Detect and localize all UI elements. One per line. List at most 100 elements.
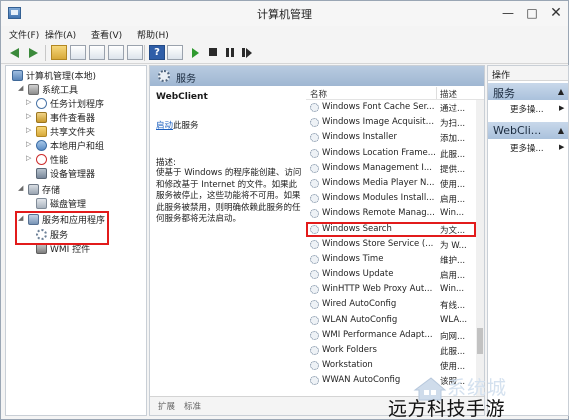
service-row[interactable]: WLAN AutoConfig WLA... <box>306 313 476 328</box>
service-row[interactable]: Windows Update 启用... <box>306 267 476 282</box>
toolbar-separator <box>144 45 145 61</box>
computer-management-window: 计算机管理 — □ ✕ 文件(F) 操作(A) 查看(V) 帮助(H) ? 计算… <box>0 0 569 420</box>
service-row[interactable]: Windows Installer 添加... <box>306 130 476 145</box>
service-row[interactable]: Windows Store Service (... 为 W... <box>306 237 476 252</box>
services-list-header: 名称 描述 <box>306 86 484 100</box>
tab-standard[interactable]: 标准 <box>182 400 203 412</box>
service-row[interactable]: WinHTTP Web Proxy Aut... Win... <box>306 282 476 297</box>
service-description-cell: 使用... <box>440 362 466 373</box>
console-tree-icon[interactable] <box>70 45 86 60</box>
service-row[interactable]: Windows Font Cache Ser... 通过... <box>306 100 476 115</box>
service-description-cell: 此服... <box>440 149 466 160</box>
services-header-title: 服务 <box>176 74 196 85</box>
tab-extended[interactable]: 扩展 <box>156 400 177 412</box>
stop-icon[interactable] <box>205 45 221 60</box>
service-row[interactable]: Windows Remote Manag... Win... <box>306 206 476 221</box>
service-row[interactable]: Windows Image Acquisiti... 为扫... <box>306 115 476 130</box>
restart-icon[interactable] <box>239 45 255 60</box>
pane-icon[interactable] <box>167 45 183 60</box>
service-name: Windows Update <box>322 269 394 280</box>
column-header-description[interactable]: 描述 <box>440 88 457 100</box>
export-icon[interactable] <box>127 45 143 60</box>
performance-icon <box>36 154 47 165</box>
gear-icon <box>310 361 319 371</box>
service-name: Windows Management I... <box>322 162 432 173</box>
service-description-cell: 通过... <box>440 104 466 114</box>
service-name: Windows Location Frame... <box>322 147 436 158</box>
service-name: Work Folders <box>322 345 377 355</box>
start-icon[interactable] <box>187 45 203 60</box>
column-divider[interactable] <box>436 87 437 99</box>
start-service-link[interactable]: 启动 <box>156 121 173 131</box>
forward-arrow-icon[interactable] <box>25 45 41 60</box>
service-name: Windows Modules Install... <box>322 193 435 204</box>
actions-title: 操作 <box>488 66 568 81</box>
gear-icon <box>310 376 319 386</box>
properties-icon[interactable] <box>89 45 105 60</box>
start-service-suffix: 此服务 <box>173 121 199 131</box>
menu-file[interactable]: 文件(F) <box>9 28 39 41</box>
maximize-button[interactable]: □ <box>522 4 542 22</box>
up-folder-icon[interactable] <box>51 45 67 60</box>
scrollbar-thumb[interactable] <box>477 328 483 354</box>
service-name: Windows Image Acquisiti... <box>322 117 436 128</box>
service-row[interactable]: Work Folders 此服... <box>306 343 476 358</box>
service-row[interactable]: Windows Location Frame... 此服... <box>306 146 476 161</box>
collapse-arrow-icon[interactable]: ◢ <box>18 184 26 192</box>
back-arrow-icon[interactable] <box>7 45 23 60</box>
service-description-cell: Win... <box>440 284 465 295</box>
window-title: 计算机管理 <box>257 8 312 21</box>
service-row[interactable]: Windows Media Player N... 使用... <box>306 176 476 191</box>
minimize-button[interactable]: — <box>498 4 518 22</box>
device-manager-icon <box>36 168 47 179</box>
expand-arrow-icon[interactable]: ▷ <box>26 126 34 134</box>
service-row[interactable]: Windows Search 为文... <box>306 221 476 237</box>
submenu-arrow-icon: ▶ <box>559 104 565 112</box>
computer-icon <box>12 70 23 81</box>
actions-group-services[interactable]: 服务 ▲ <box>488 83 568 100</box>
service-name: WMI Performance Adapt... <box>322 329 433 340</box>
users-icon <box>36 140 47 151</box>
expand-arrow-icon[interactable]: ▷ <box>26 112 34 120</box>
shared-folder-icon <box>36 126 47 137</box>
start-service-line: 启动此服务 <box>156 119 199 131</box>
service-row[interactable]: Workstation 使用... <box>306 358 476 373</box>
refresh-icon[interactable] <box>108 45 124 60</box>
more-actions-link[interactable]: 更多操... <box>510 142 544 154</box>
services-header: 服务 <box>150 66 484 86</box>
collapse-up-icon[interactable]: ▲ <box>558 126 564 135</box>
menu-help[interactable]: 帮助(H) <box>137 28 169 41</box>
clock-icon <box>36 98 47 109</box>
pause-icon[interactable] <box>222 45 238 60</box>
expand-arrow-icon[interactable]: ▷ <box>26 140 34 148</box>
service-description-cell: 向网... <box>440 331 466 342</box>
service-name: Windows Search <box>322 223 392 234</box>
collapse-up-icon[interactable]: ▲ <box>558 87 564 96</box>
service-row[interactable]: WMI Performance Adapt... 向网... <box>306 328 476 343</box>
actions-group-webclient[interactable]: WebCli... ▲ <box>488 122 568 139</box>
service-row[interactable]: Windows Time 维护... <box>306 252 476 267</box>
menu-action[interactable]: 操作(A) <box>45 28 76 41</box>
service-row[interactable]: Windows Modules Install... 启用... <box>306 191 476 206</box>
storage-icon <box>28 184 39 195</box>
gear-icon <box>310 209 319 219</box>
service-row[interactable]: Windows Management I... 提供... <box>306 161 476 176</box>
menu-view[interactable]: 查看(V) <box>91 28 122 41</box>
expand-arrow-icon[interactable]: ▷ <box>26 154 34 162</box>
more-actions-link[interactable]: 更多操... <box>510 103 544 115</box>
collapse-arrow-icon[interactable]: ◢ <box>18 84 26 92</box>
column-header-name[interactable]: 名称 <box>310 88 327 100</box>
service-description-cell: 提供... <box>440 164 466 175</box>
service-name: Workstation <box>322 360 373 371</box>
help-icon[interactable]: ? <box>149 45 165 60</box>
service-name: Windows Media Player N... <box>322 177 435 188</box>
services-scrollbar[interactable] <box>476 100 484 396</box>
gear-icon <box>310 270 319 280</box>
gear-icon <box>310 346 319 355</box>
service-name: Windows Remote Manag... <box>322 208 435 219</box>
service-row[interactable]: Wired AutoConfig 有线... <box>306 297 476 312</box>
gear-icon <box>310 133 319 143</box>
close-button[interactable]: ✕ <box>546 4 566 22</box>
expand-arrow-icon[interactable]: ▷ <box>26 98 34 106</box>
service-description: 使基于 Windows 的程序能创建、访问和修改基于 Internet 的文件。… <box>156 168 302 224</box>
